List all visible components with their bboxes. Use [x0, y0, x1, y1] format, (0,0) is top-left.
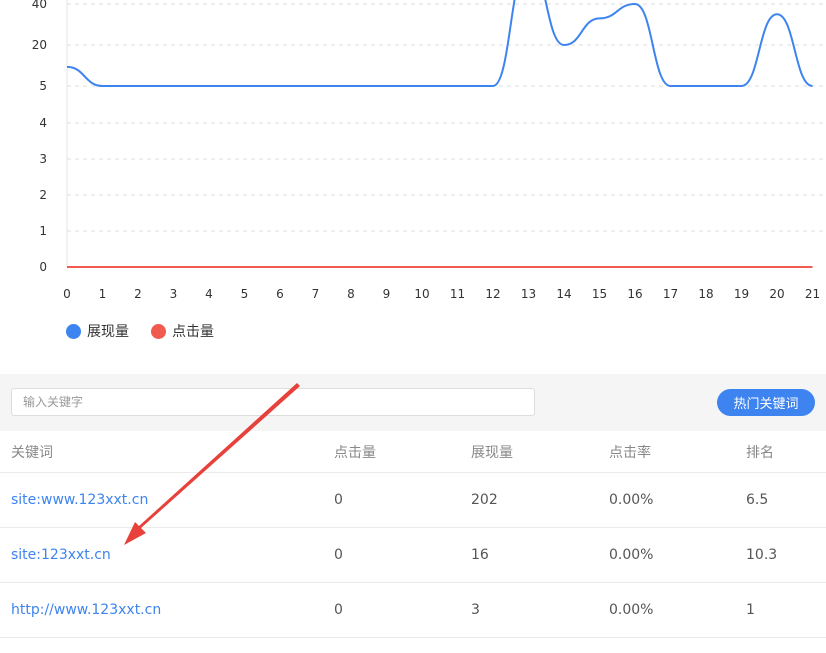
y-tick-label: 5 [39, 79, 47, 93]
x-tick-label: 3 [170, 287, 178, 301]
keyword-link[interactable]: site:www.123xxt.cn [11, 473, 148, 527]
x-tick-label: 14 [556, 287, 571, 301]
x-tick-label: 18 [698, 287, 713, 301]
table-header: 关键词 点击量 展现量 点击率 排名 [0, 431, 826, 473]
table-row: http://www.123xxt.cn 0 3 0.00% 1 [0, 583, 826, 638]
x-tick-label: 12 [485, 287, 500, 301]
x-tick-label: 5 [241, 287, 249, 301]
x-tick-label: 4 [205, 287, 213, 301]
impressions-value: 16 [471, 547, 489, 563]
y-tick-label: 20 [32, 38, 47, 52]
x-tick-label: 19 [734, 287, 749, 301]
header-rank: 排名 [746, 444, 774, 461]
keyword-link[interactable]: site:123xxt.cn [11, 528, 111, 582]
search-bar: 热门关键词 [0, 374, 826, 431]
legend-dot-clicks [151, 323, 166, 339]
x-tick-label: 2 [134, 287, 142, 301]
line-chart: 0 1 2 3 4 5 20 40 0 1 2 3 4 5 6 7 8 9 10 11 12 13 14 15 16 17 18 19… [0, 0, 826, 360]
x-tick-label: 16 [627, 287, 642, 301]
table-row: site:123xxt.cn 0 16 0.00% 10.3 [0, 528, 826, 583]
x-tick-label: 17 [663, 287, 678, 301]
impressions-series-line [66, 0, 813, 88]
x-tick-label: 0 [63, 287, 71, 301]
x-tick-label: 10 [414, 287, 429, 301]
header-clicks: 点击量 [334, 444, 376, 461]
keyword-table: 关键词 点击量 展现量 点击率 排名 site:www.123xxt.cn 0 … [0, 431, 826, 638]
impressions-value: 3 [471, 602, 480, 618]
x-tick-label: 20 [769, 287, 784, 301]
clicks-value: 0 [334, 492, 343, 508]
x-tick-label: 1 [99, 287, 107, 301]
y-tick-label: 3 [39, 152, 47, 166]
x-tick-label: 21 [805, 287, 820, 301]
header-impressions: 展现量 [471, 444, 513, 461]
table-row: site:www.123xxt.cn 0 202 0.00% 6.5 [0, 473, 826, 528]
x-tick-label: 11 [450, 287, 465, 301]
x-tick-label: 13 [521, 287, 536, 301]
ctr-value: 0.00% [609, 547, 654, 563]
y-tick-label: 40 [32, 0, 47, 11]
chart-svg: 01234520400 1 2 3 4 5 6 7 8 9 10 11 12 13 14 15 16 17 18 19… [32, 0, 826, 301]
ctr-value: 0.00% [609, 492, 654, 508]
rank-value: 1 [746, 602, 755, 618]
header-keyword: 关键词 [11, 444, 53, 461]
legend-dot-impressions [66, 323, 81, 339]
x-tick-label: 15 [592, 287, 607, 301]
x-tick-label: 7 [312, 287, 320, 301]
x-tick-label: 9 [383, 287, 391, 301]
keyword-link[interactable]: http://www.123xxt.cn [11, 583, 161, 637]
legend-item-impressions[interactable]: 展现量 [66, 321, 129, 341]
y-tick-label: 1 [39, 224, 47, 238]
y-tick-label: 2 [39, 188, 47, 202]
legend-item-clicks[interactable]: 点击量 [151, 321, 214, 341]
keyword-search-input[interactable] [11, 388, 535, 416]
impressions-value: 202 [471, 492, 498, 508]
y-tick-label: 0 [39, 260, 47, 274]
x-tick-label: 6 [276, 287, 284, 301]
rank-value: 6.5 [746, 492, 769, 508]
y-tick-label: 4 [39, 116, 47, 130]
hot-keywords-button[interactable]: 热门关键词 [717, 389, 815, 416]
ctr-value: 0.00% [609, 602, 654, 618]
header-ctr: 点击率 [609, 444, 651, 461]
legend-label-impressions: 展现量 [87, 324, 129, 340]
chart-legend: 展现量 点击量 [66, 321, 214, 341]
clicks-value: 0 [334, 602, 343, 618]
legend-label-clicks: 点击量 [172, 324, 214, 340]
clicks-value: 0 [334, 547, 343, 563]
rank-value: 10.3 [746, 547, 778, 563]
x-tick-label: 8 [347, 287, 355, 301]
